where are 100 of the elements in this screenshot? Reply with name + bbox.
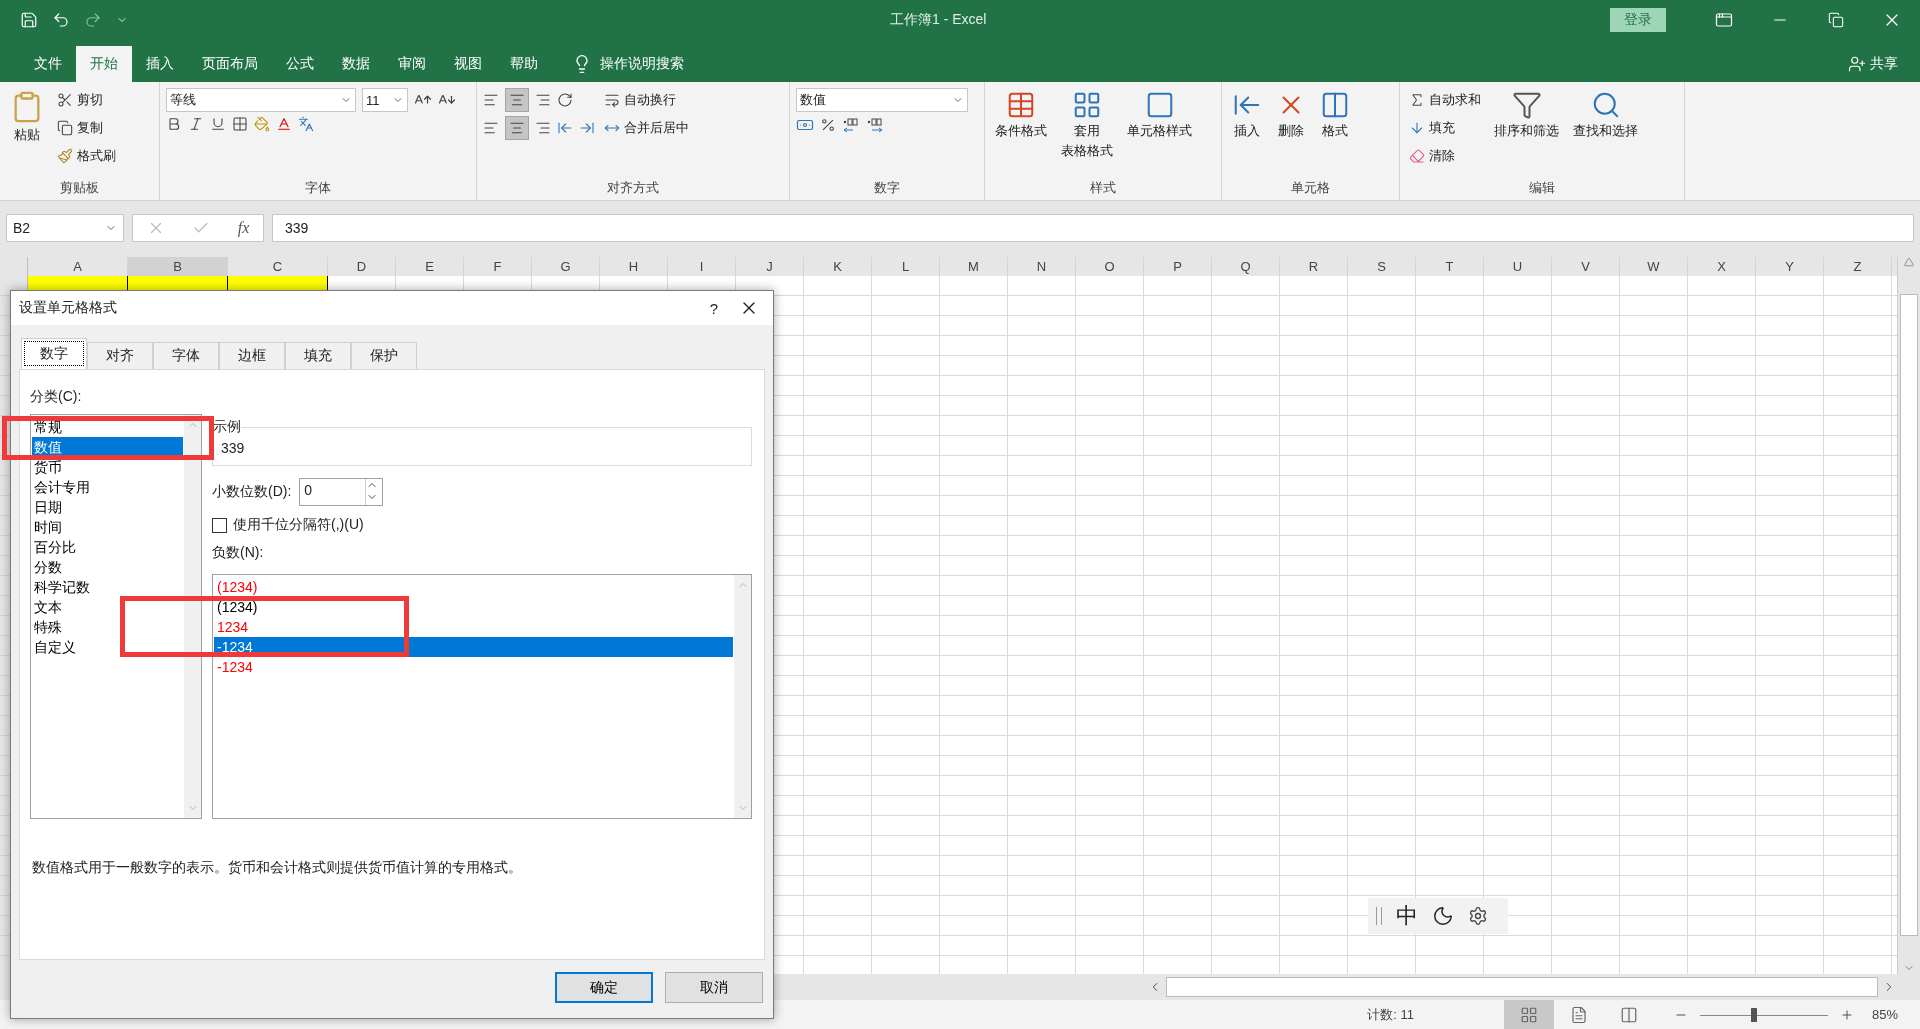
- page-layout-icon[interactable]: [1569, 1005, 1588, 1024]
- ribbon-tab[interactable]: 开始: [76, 46, 132, 82]
- conditional-format-button[interactable]: 条件格式: [991, 88, 1051, 178]
- formula-field[interactable]: 339: [272, 214, 1914, 242]
- ribbon-tab[interactable]: 审阅: [384, 46, 440, 82]
- redo-icon[interactable]: [84, 11, 102, 29]
- ribbon-tab[interactable]: 公式: [272, 46, 328, 82]
- ok-button[interactable]: 确定: [555, 972, 653, 1003]
- copy-button[interactable]: 复制: [54, 116, 119, 140]
- negative-number-option[interactable]: 1234: [214, 617, 733, 637]
- share-button[interactable]: 共享: [1870, 55, 1898, 73]
- ribbon-display-icon[interactable]: [1715, 11, 1733, 29]
- clear-button[interactable]: 清除: [1406, 144, 1484, 168]
- ribbon-tab[interactable]: 插入: [132, 46, 188, 82]
- sign-in-button[interactable]: 登录: [1610, 8, 1666, 32]
- font-name-field[interactable]: 等线: [166, 88, 356, 112]
- normal-view-icon[interactable]: [1519, 1005, 1538, 1024]
- table-icon[interactable]: [1072, 90, 1102, 120]
- thousands-checkbox[interactable]: [212, 517, 227, 533]
- fill-color-icon[interactable]: [254, 116, 270, 132]
- category-list[interactable]: 常规 数值 货币 会计专用 日期 时间 百分比 分数 科学记数 文本 特殊 自定义: [30, 414, 202, 819]
- wrap-text-button[interactable]: 自动换行: [601, 88, 692, 112]
- negative-number-option[interactable]: (1234): [214, 577, 733, 597]
- fill-down-icon[interactable]: [1409, 120, 1425, 136]
- scissors-icon[interactable]: [57, 92, 73, 108]
- format-button[interactable]: 格式: [1316, 88, 1354, 178]
- underline-icon[interactable]: [210, 116, 226, 132]
- restore-icon[interactable]: [1828, 12, 1844, 28]
- category-item[interactable]: 时间: [32, 517, 183, 537]
- middle-align-icon[interactable]: [509, 92, 525, 108]
- align-right-icon[interactable]: [535, 120, 551, 136]
- category-item[interactable]: 文本: [32, 597, 183, 617]
- paste-button[interactable]: 粘贴: [6, 88, 48, 178]
- gear-icon[interactable]: [1468, 906, 1488, 926]
- negative-number-option[interactable]: -1234: [214, 657, 733, 677]
- name-box[interactable]: B2: [6, 214, 124, 242]
- wrap-text-icon[interactable]: [604, 92, 620, 108]
- merge-center-button[interactable]: 合并后居中: [601, 116, 692, 140]
- category-item[interactable]: 科学记数: [32, 577, 183, 597]
- dialog-tab[interactable]: 字体: [153, 342, 219, 369]
- save-icon[interactable]: [20, 11, 38, 29]
- tell-me-search[interactable]: 操作说明搜索: [600, 55, 684, 73]
- help-button[interactable]: ?: [689, 299, 739, 317]
- person-icon[interactable]: [1848, 55, 1866, 73]
- align-center-icon[interactable]: [509, 120, 525, 136]
- font-color-icon[interactable]: [276, 116, 292, 132]
- delete-button[interactable]: 删除: [1272, 88, 1310, 178]
- cancel-button[interactable]: 取消: [665, 972, 763, 1003]
- font-size-field[interactable]: 11: [362, 88, 408, 112]
- decrease-decimal-icon[interactable]: [866, 116, 884, 134]
- dialog-tab[interactable]: 边框: [219, 342, 285, 369]
- top-align-icon[interactable]: [483, 92, 499, 108]
- sort-filter-button[interactable]: 排序和筛选: [1490, 88, 1563, 178]
- negative-number-option[interactable]: (1234): [214, 597, 733, 617]
- bottom-align-icon[interactable]: [535, 92, 551, 108]
- dialog-tab[interactable]: 数字: [21, 338, 87, 369]
- ribbon-tab[interactable]: 数据: [328, 46, 384, 82]
- table-icon[interactable]: [1006, 90, 1036, 120]
- category-item[interactable]: 自定义: [32, 637, 183, 657]
- negative-numbers-list[interactable]: (1234) (1234) 1234 -1234 -1234: [212, 574, 752, 819]
- increase-decimal-icon[interactable]: [842, 116, 860, 134]
- eraser-icon[interactable]: [1409, 148, 1425, 164]
- category-item[interactable]: 特殊: [32, 617, 183, 637]
- orientation-icon[interactable]: [557, 92, 573, 108]
- slider-thumb[interactable]: [1750, 1007, 1757, 1022]
- column-header[interactable]: B: [128, 257, 228, 278]
- fill-button[interactable]: 填充: [1406, 116, 1484, 140]
- zoom-level[interactable]: 85%: [1871, 1007, 1898, 1022]
- format-table-button[interactable]: 套用 表格格式: [1057, 88, 1117, 178]
- scroll-up-icon[interactable]: [1904, 257, 1914, 267]
- filter-icon[interactable]: [1511, 90, 1542, 120]
- category-item[interactable]: 货币: [32, 457, 183, 477]
- align-left-icon[interactable]: [483, 120, 499, 136]
- autosum-button[interactable]: 自动求和: [1406, 88, 1484, 112]
- scrollbar-thumb[interactable]: [1166, 977, 1878, 997]
- category-item[interactable]: 数值: [32, 437, 183, 457]
- phonetic-icon[interactable]: [298, 116, 314, 132]
- input-mode[interactable]: 中: [1396, 901, 1418, 931]
- ribbon-tab[interactable]: 帮助: [496, 46, 552, 82]
- number-format-field[interactable]: 数值: [796, 88, 968, 112]
- negative-number-option[interactable]: -1234: [214, 637, 733, 657]
- ribbon-tab[interactable]: 页面布局: [188, 46, 272, 82]
- ribbon-tab[interactable]: 视图: [440, 46, 496, 82]
- paintbrush-icon[interactable]: [57, 148, 73, 164]
- bold-icon[interactable]: [166, 116, 182, 132]
- decimal-places-field[interactable]: 0: [299, 478, 384, 506]
- insert-button[interactable]: 插入: [1228, 88, 1266, 178]
- percent-icon[interactable]: [820, 117, 836, 133]
- increase-indent-icon[interactable]: [579, 120, 595, 136]
- zoom-in-icon[interactable]: [1839, 1007, 1854, 1022]
- scrollbar-thumb[interactable]: [1900, 293, 1918, 936]
- format-painter-button[interactable]: 格式刷: [54, 144, 119, 168]
- cell-styles-button[interactable]: 单元格样式: [1123, 88, 1196, 178]
- category-item[interactable]: 日期: [32, 497, 183, 517]
- cut-button[interactable]: 剪切: [54, 88, 119, 112]
- sigma-icon[interactable]: [1409, 92, 1425, 108]
- page-break-icon[interactable]: [1619, 1005, 1638, 1024]
- ribbon-tab[interactable]: 文件: [20, 46, 76, 82]
- find-select-button[interactable]: 查找和选择: [1569, 88, 1642, 178]
- category-item[interactable]: 会计专用: [32, 477, 183, 497]
